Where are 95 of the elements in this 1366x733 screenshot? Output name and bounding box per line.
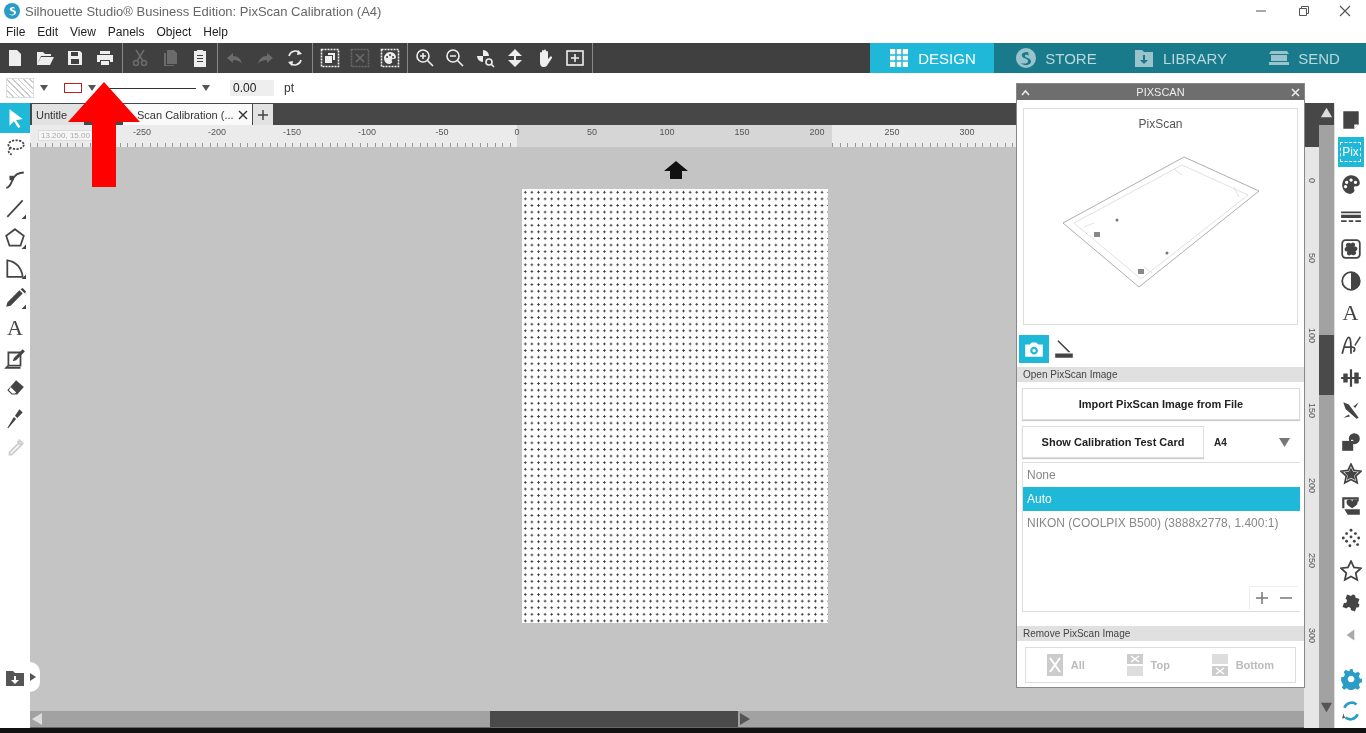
caret-icon — [202, 84, 210, 92]
section-header: Open PixScan Image — [1017, 367, 1304, 382]
scrollbar-thumb[interactable] — [490, 711, 738, 727]
caret-icon — [40, 84, 48, 92]
plus-icon[interactable] — [1256, 592, 1268, 604]
arc-tool-icon[interactable] — [4, 257, 26, 279]
menu-item[interactable]: Edit — [31, 25, 65, 39]
vertical-scrollbar[interactable] — [1319, 103, 1334, 728]
palette-icon[interactable] — [1339, 173, 1362, 196]
plus-icon — [257, 109, 268, 120]
ruler-label: 300 — [959, 127, 975, 137]
download-folder-icon — [1133, 47, 1156, 69]
star-icon[interactable] — [1339, 463, 1362, 486]
ruler-label: 150 — [1307, 403, 1317, 419]
calibration-card-button[interactable]: Show Calibration Test Card — [1022, 426, 1204, 458]
polygon-tool-icon[interactable] — [4, 227, 26, 249]
menu-item[interactable]: View — [64, 25, 102, 39]
menu-item[interactable]: Object — [150, 25, 198, 39]
profile-item[interactable]: None — [1023, 463, 1300, 487]
import-button[interactable]: Import PixScan Image from File — [1022, 388, 1300, 420]
ruler-label: -50 — [435, 127, 449, 137]
store-logo-icon — [1015, 47, 1038, 69]
ruler-label: 100 — [1307, 328, 1317, 344]
pen-curve-icon[interactable] — [1339, 334, 1362, 357]
pattern-icon[interactable] — [1339, 237, 1362, 260]
scrollbar-thumb[interactable] — [1319, 335, 1334, 395]
panel-title: PIXSCAN — [1136, 86, 1185, 98]
collapse-icon[interactable] — [1021, 87, 1030, 97]
ruler-label: -100 — [358, 127, 376, 137]
ruler-label: 0 — [514, 127, 520, 137]
ruler-label: 250 — [884, 127, 900, 137]
ruler-label: -250 — [133, 127, 151, 137]
heart-icon[interactable] — [1339, 495, 1362, 518]
ruler-label: 250 — [1307, 553, 1317, 569]
ruler-label: 200 — [809, 127, 825, 137]
line-tool-icon[interactable] — [4, 197, 26, 219]
ruler-label: 50 — [1307, 253, 1317, 263]
line-width-field[interactable]: 0.00 — [230, 80, 274, 96]
scroll-up-icon — [1320, 106, 1333, 119]
ruler-label: 0 — [1307, 178, 1317, 183]
dots-icon[interactable] — [1339, 527, 1362, 550]
group-icon[interactable] — [320, 48, 340, 68]
download-folder-icon[interactable] — [5, 668, 25, 688]
zoom-in-icon[interactable] — [415, 48, 435, 68]
pencil-tool-icon[interactable] — [4, 287, 26, 309]
zoom-selection-icon[interactable] — [475, 48, 495, 68]
fill-swatch[interactable] — [6, 78, 34, 98]
ruler-label: 50 — [587, 127, 597, 137]
cursor-position: 13.200, 15.00 — [38, 130, 93, 141]
preview-title: PixScan — [1138, 117, 1183, 131]
ruler-label: 100 — [659, 127, 675, 137]
scanner-icon[interactable] — [1053, 338, 1075, 360]
star-outline-icon[interactable] — [1339, 559, 1362, 582]
app-logo — [4, 3, 20, 19]
document-tab[interactable]: Scan Calibration (... — [123, 104, 252, 125]
restore-icon[interactable] — [1297, 5, 1309, 17]
scroll-down-icon — [1320, 701, 1333, 714]
menu-item[interactable]: Help — [197, 25, 234, 39]
refresh-icon[interactable] — [285, 48, 305, 68]
align-icon[interactable] — [1339, 366, 1362, 389]
caret-icon — [1279, 437, 1290, 447]
expand-handle[interactable] — [30, 662, 40, 692]
window-title: Silhouette Studio® Business Edition: PixScan Calibration (A4) — [25, 3, 382, 19]
sketch-tool-icon[interactable] — [4, 347, 26, 369]
text-style-panel-button[interactable]: A — [1342, 300, 1359, 327]
section-header: Remove PixScan Image — [1017, 626, 1304, 641]
remove-image-icon — [1046, 654, 1063, 676]
ruler-label: 200 — [1307, 478, 1317, 494]
text-tool[interactable]: A — [7, 315, 23, 341]
horizontal-scrollbar[interactable] — [30, 711, 1304, 728]
ruler-label: 300 — [1307, 628, 1317, 644]
half-circle-icon[interactable] — [1339, 269, 1362, 292]
profile-item[interactable]: NIKON (COOLPIX B500) (3888x2778, 1.400:1) — [1023, 511, 1300, 535]
fit-page-icon[interactable] — [565, 48, 585, 68]
ruler-label: -150 — [283, 127, 301, 137]
grid-icon — [888, 47, 911, 69]
unit-label: pt — [284, 81, 294, 95]
new-tab-button[interactable] — [252, 104, 273, 125]
caret-icon — [30, 673, 36, 681]
printer-icon[interactable] — [95, 48, 115, 68]
line-color-swatch[interactable] — [64, 83, 82, 93]
caret-icon — [88, 84, 96, 92]
remove-image-icon — [1126, 654, 1143, 676]
save-icon[interactable] — [65, 48, 85, 68]
zoom-out-icon[interactable] — [445, 48, 465, 68]
ruler-label: -200 — [208, 127, 226, 137]
ruler-label: 150 — [734, 127, 750, 137]
close-icon[interactable] — [1339, 5, 1351, 17]
feed-direction-arrow-icon — [664, 161, 688, 179]
palette-icon[interactable] — [380, 48, 400, 68]
shapes-icon[interactable] — [1339, 430, 1362, 453]
settings-icon[interactable] — [1339, 667, 1362, 690]
remove-image-icon — [1211, 654, 1228, 676]
menu-item[interactable]: Panels — [101, 25, 151, 39]
menu-item[interactable]: File — [0, 25, 32, 39]
